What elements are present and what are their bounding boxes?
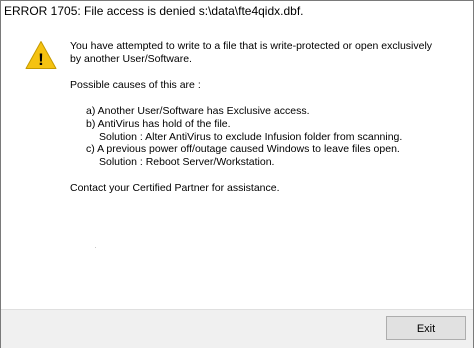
cause-c-solution: Solution : Reboot Server/Workstation.	[99, 156, 275, 169]
message-intro-line-2: by another User/Software.	[70, 52, 192, 65]
error-message: You have attempted to write to a file th…	[70, 40, 465, 195]
cause-b-solution: Solution : Alter AntiVirus to exclude In…	[99, 130, 403, 143]
stray-dot	[95, 247, 96, 248]
dialog-content: ! You have attempted to write to a file …	[1, 22, 473, 309]
warning-icon: !	[25, 41, 57, 69]
contact-message: Contact your Certified Partner for assis…	[70, 182, 280, 195]
error-dialog: ERROR 1705: File access is denied s:\dat…	[0, 0, 474, 348]
message-intro-line-1: You have attempted to write to a file th…	[70, 40, 433, 52]
dialog-footer: Exit	[1, 309, 473, 348]
cause-a: a) Another User/Software has Exclusive a…	[86, 104, 310, 117]
cause-c: c) A previous power off/outage caused Wi…	[86, 143, 400, 156]
exit-button[interactable]: Exit	[386, 316, 466, 340]
dialog-title: ERROR 1705: File access is denied s:\dat…	[4, 4, 304, 18]
warning-mark: !	[38, 50, 44, 69]
cause-b: b) AntiVirus has hold of the file.	[86, 117, 231, 130]
causes-heading: Possible causes of this are :	[70, 78, 201, 91]
